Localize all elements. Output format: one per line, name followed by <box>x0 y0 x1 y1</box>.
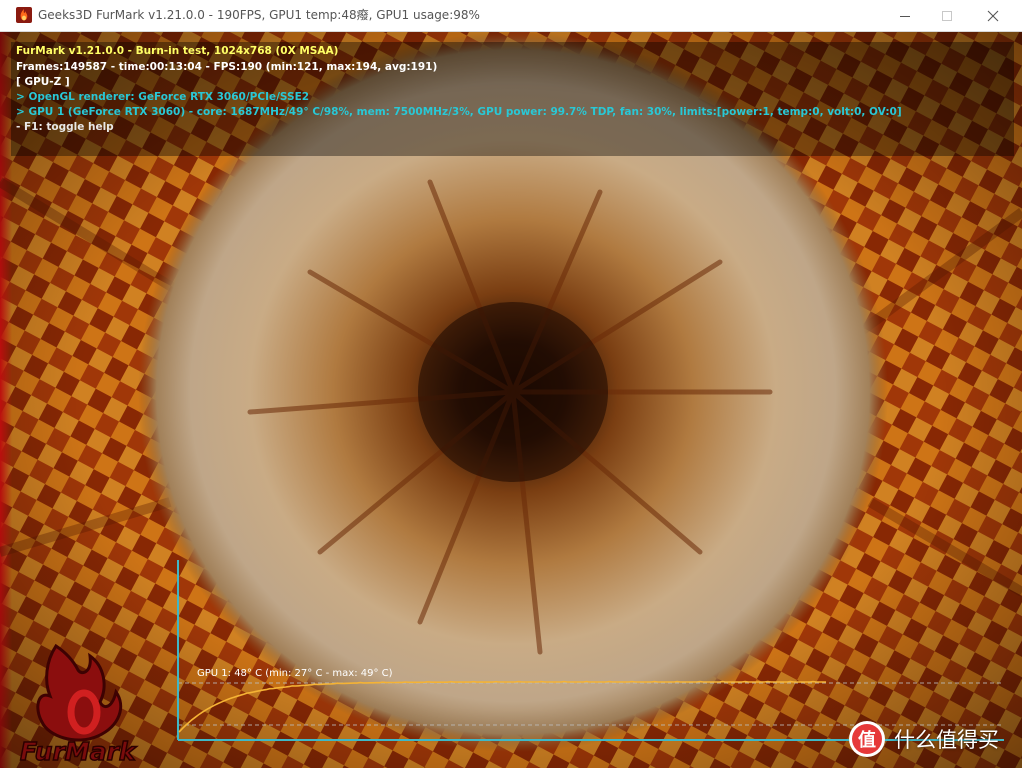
furmark-app-icon <box>16 7 32 23</box>
osd-renderer-line: > OpenGL renderer: GeForce RTX 3060/PCIe… <box>16 91 310 103</box>
osd-stats-line: Frames:149587 - time:00:13:04 - FPS:190 … <box>16 61 438 73</box>
osd-help-line: - F1: toggle help <box>16 121 114 133</box>
smzdm-badge-icon: 值 <box>849 721 885 757</box>
smzdm-watermark: 值 什么值得买 <box>846 718 1022 762</box>
furmark-logo: FurMark <box>16 636 166 768</box>
osd-gpu-line: > GPU 1 (GeForce RTX 3060) - core: 1687M… <box>16 106 902 118</box>
window-title-bar[interactable]: Geeks3D FurMark v1.21.0.0 - 190FPS, GPU1… <box>0 0 1022 32</box>
furmark-logo-text: FurMark <box>20 737 137 766</box>
watermark-text: 什么值得买 <box>894 728 999 752</box>
maximize-button[interactable] <box>924 0 970 31</box>
minimize-icon <box>900 15 910 17</box>
maximize-icon <box>942 10 952 21</box>
minimize-button[interactable] <box>882 0 928 31</box>
osd-title-line: FurMark v1.21.0.0 - Burn-in test, 1024x7… <box>16 45 339 57</box>
close-icon <box>987 10 999 21</box>
close-button[interactable] <box>970 0 1016 31</box>
window-title: Geeks3D FurMark v1.21.0.0 - 190FPS, GPU1… <box>38 8 480 22</box>
svg-text:值: 值 <box>858 729 876 751</box>
osd-overlay: FurMark v1.21.0.0 - Burn-in test, 1024x7… <box>11 42 1014 156</box>
temperature-graph-label: GPU 1: 48° C (min: 27° C - max: 49° C) <box>197 668 393 679</box>
osd-gpuz-header: [ GPU-Z ] <box>16 76 70 88</box>
